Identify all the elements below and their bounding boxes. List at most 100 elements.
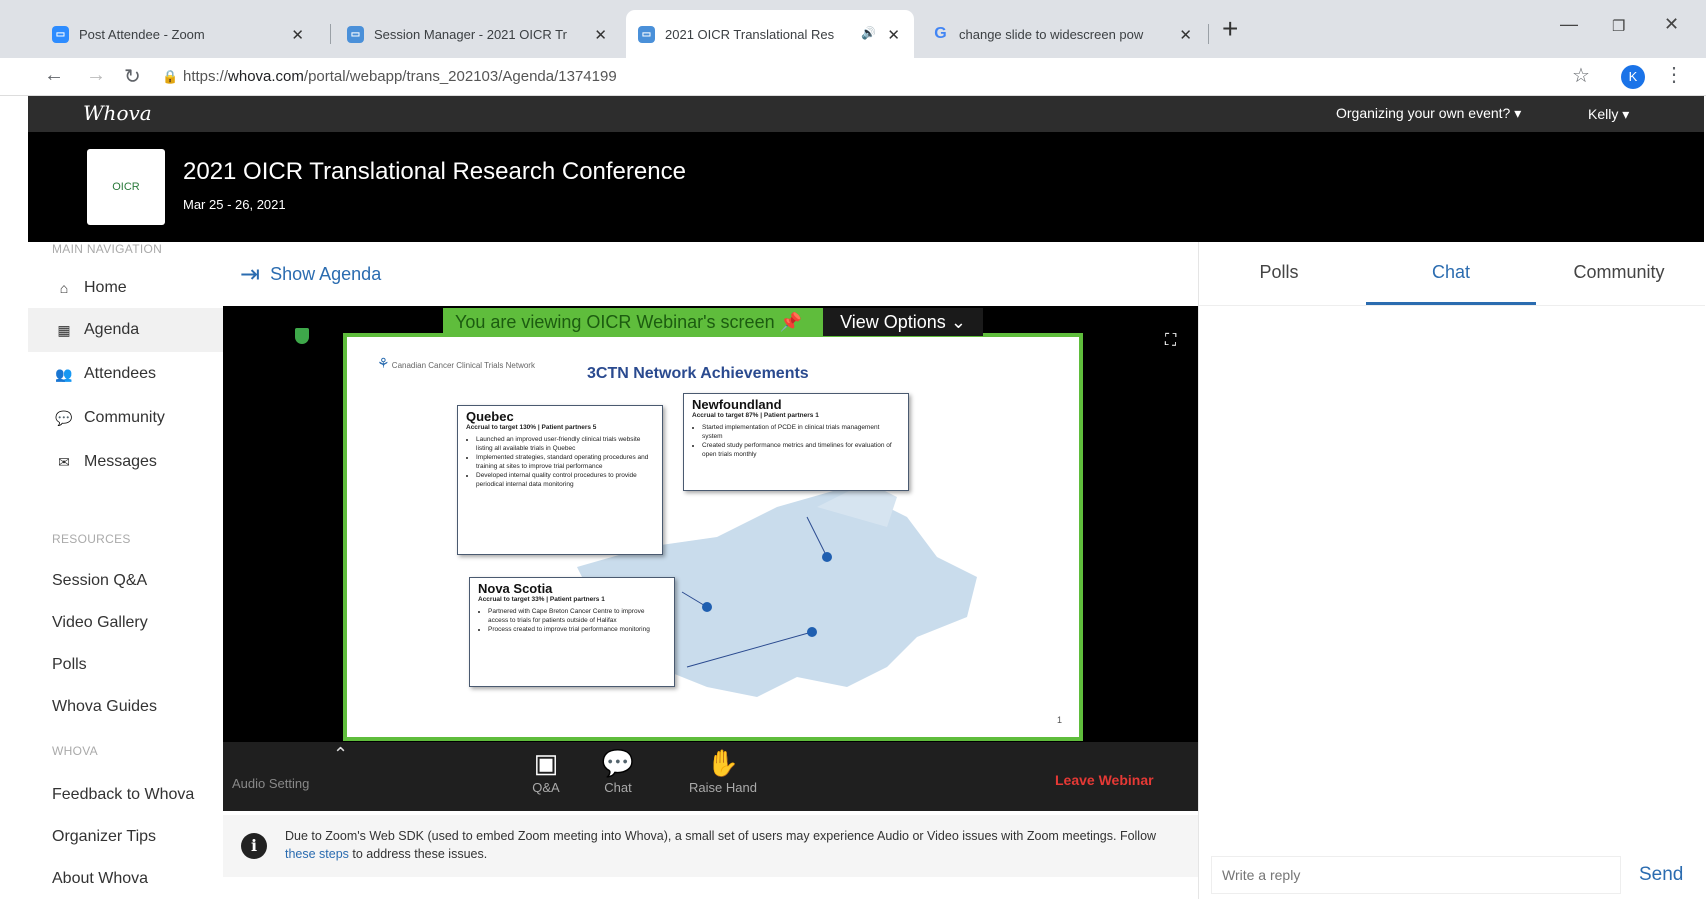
conference-dates: Mar 25 - 26, 2021 — [183, 197, 286, 212]
audio-setting-button[interactable]: Audio Setting — [232, 776, 309, 791]
province-bullet: Partnered with Cape Breton Cancer Centre… — [488, 607, 666, 625]
province-bullet: Created study performance metrics and ti… — [702, 441, 900, 459]
slide-page-number: 1 — [1057, 715, 1063, 725]
tab-separator — [330, 24, 331, 44]
right-panel: Polls Chat Community Send — [1198, 242, 1705, 899]
zoom-sdk-notice: i Due to Zoom's Web SDK (used to embed Z… — [223, 815, 1198, 877]
slide-logo: ⚘ Canadian Cancer Clinical Trials Networ… — [377, 356, 535, 370]
close-tab-icon[interactable]: ✕ — [1179, 26, 1192, 44]
close-tab-icon[interactable]: ✕ — [594, 26, 607, 44]
chat-button[interactable]: 💬 Chat — [583, 746, 653, 795]
browser-tab-google-search[interactable]: G change slide to widescreen pow ✕ — [920, 10, 1206, 58]
province-bullet: Implemented strategies, standard operati… — [476, 453, 654, 471]
browser-tab-active-conference[interactable]: ▭ 2021 OICR Translational Res 🔊 ✕ — [626, 10, 914, 58]
zoom-favicon-icon: ▭ — [52, 25, 69, 43]
organizing-event-dropdown[interactable]: Organizing your own event? ▾ — [1336, 105, 1521, 122]
tab-chat[interactable]: Chat — [1371, 262, 1531, 283]
browser-tab-zoom[interactable]: ▭ Post Attendee - Zoom ✕ — [40, 10, 318, 58]
show-agenda-button[interactable]: ⇥ Show Agenda — [240, 260, 381, 289]
sidebar-link-video-gallery[interactable]: Video Gallery — [52, 614, 148, 632]
sidebar-link-whova-guides[interactable]: Whova Guides — [52, 698, 157, 716]
province-bullet: Launched an improved user-friendly clini… — [476, 435, 654, 453]
url-host: whova.com — [228, 68, 304, 85]
fullscreen-icon[interactable]: ⛶ — [1165, 332, 1176, 350]
whova-heading: WHOVA — [52, 744, 98, 758]
whova-favicon-icon: ▭ — [347, 25, 364, 43]
tab-title: change slide to widescreen pow — [959, 26, 1144, 42]
envelope-icon: ✉ — [58, 453, 70, 470]
chat-bubble-icon: 💬 — [601, 748, 635, 778]
province-stats: Accrual to target 130% | Patient partner… — [466, 424, 597, 431]
browser-tab-strip: ▭ Post Attendee - Zoom ✕ ▭ Session Manag… — [0, 0, 1706, 58]
sidebar-item-home[interactable]: ⌂ Home — [28, 266, 223, 310]
province-bullet: Started implementation of PCDE in clinic… — [702, 423, 900, 441]
sidebar-item-label: Home — [84, 279, 127, 296]
maple-leaf-icon: ⚘ — [377, 355, 390, 371]
zoom-webinar-player[interactable]: ⚘ Canadian Cancer Clinical Trials Networ… — [223, 306, 1198, 811]
sidebar-link-organizer-tips[interactable]: Organizer Tips — [52, 828, 156, 846]
sidebar: MAIN NAVIGATION ⌂ Home ▦ Agenda 👥 Attendees… — [28, 242, 223, 899]
slide-title: 3CTN Network Achievements — [587, 365, 809, 382]
conference-banner: OICR 2021 OICR Translational Research Co… — [28, 132, 1704, 242]
shared-screen: ⚘ Canadian Cancer Clinical Trials Networ… — [343, 333, 1083, 741]
qa-label: Q&A — [532, 780, 560, 795]
bookmark-star-icon[interactable]: ☆ — [1572, 63, 1590, 88]
chevron-down-icon: ⌄ — [950, 312, 966, 332]
tab-separator — [1208, 24, 1209, 44]
profile-avatar[interactable]: K — [1621, 65, 1645, 89]
qa-button[interactable]: ▣ Q&A — [511, 746, 581, 795]
pin-icon: 📌 — [779, 312, 803, 332]
whova-logo[interactable]: Whova — [83, 101, 152, 125]
these-steps-link[interactable]: these steps — [285, 847, 349, 861]
sidebar-link-about-whova[interactable]: About Whova — [52, 870, 148, 888]
reply-input[interactable] — [1211, 856, 1621, 894]
raise-hand-label: Raise Hand — [689, 780, 757, 795]
reload-icon[interactable]: ↻ — [124, 64, 141, 89]
browser-tab-session-manager[interactable]: ▭ Session Manager - 2021 OICR Tr ✕ — [335, 10, 621, 58]
encryption-shield-icon[interactable] — [295, 328, 309, 344]
sidebar-item-label: Agenda — [84, 321, 140, 338]
sidebar-item-messages[interactable]: ✉ Messages — [28, 440, 223, 484]
leave-webinar-button[interactable]: Leave Webinar — [1055, 772, 1154, 788]
sidebar-link-feedback[interactable]: Feedback to Whova — [52, 786, 194, 804]
tab-polls[interactable]: Polls — [1199, 262, 1359, 283]
audio-playing-icon[interactable]: 🔊 — [861, 26, 876, 40]
sidebar-item-community[interactable]: 💬 Community — [28, 396, 223, 440]
forward-icon[interactable]: → — [86, 64, 106, 87]
window-close-icon[interactable]: ✕ — [1664, 14, 1679, 35]
newfoundland-box: Newfoundland Accrual to target 87% | Pat… — [683, 393, 909, 491]
raise-hand-button[interactable]: ✋ Raise Hand — [678, 746, 768, 795]
sidebar-item-agenda[interactable]: ▦ Agenda — [28, 308, 223, 352]
view-options-dropdown[interactable]: View Options ⌄ — [823, 308, 983, 336]
google-favicon-icon: G — [934, 25, 947, 42]
qa-icon: ▣ — [533, 748, 559, 778]
quebec-box: Quebec Accrual to target 130% | Patient … — [457, 405, 663, 555]
send-button[interactable]: Send — [1639, 864, 1683, 886]
tab-community[interactable]: Community — [1539, 262, 1699, 283]
newfoundland-marker — [822, 552, 832, 562]
close-tab-icon[interactable]: ✕ — [291, 26, 304, 44]
sidebar-link-polls[interactable]: Polls — [52, 656, 87, 674]
new-tab-icon[interactable]: + — [1222, 14, 1238, 44]
sidebar-item-attendees[interactable]: 👥 Attendees — [28, 352, 223, 396]
sidebar-link-session-qa[interactable]: Session Q&A — [52, 572, 147, 590]
back-icon[interactable]: ← — [44, 64, 64, 87]
browser-menu-icon[interactable]: ⋮ — [1664, 62, 1684, 87]
users-icon: 👥 — [55, 365, 73, 382]
conference-title: 2021 OICR Translational Research Confere… — [183, 158, 686, 185]
expand-panel-icon: ⇥ — [240, 261, 261, 288]
province-name: Newfoundland — [692, 397, 782, 412]
address-bar-row: ← → ↻ 🔒 https://whova.com/portal/webapp/… — [0, 58, 1706, 96]
viewing-banner-text: You are viewing OICR Webinar's screen — [455, 312, 775, 332]
user-menu-dropdown[interactable]: Kelly ▾ — [1588, 106, 1629, 123]
lock-icon[interactable]: 🔒 — [162, 69, 178, 85]
audio-caret-icon[interactable]: ⌃ — [333, 744, 348, 765]
chat-label: Chat — [604, 780, 632, 795]
minimize-icon[interactable]: — — [1560, 14, 1578, 35]
close-tab-icon[interactable]: ✕ — [887, 26, 900, 44]
tab-title: 2021 OICR Translational Res — [665, 26, 835, 42]
url-field[interactable]: https://whova.com/portal/webapp/trans_20… — [183, 68, 617, 85]
conference-logo-text: OICR — [112, 181, 140, 193]
restore-icon[interactable]: ❐ — [1612, 17, 1625, 35]
tab-title: Session Manager - 2021 OICR Tr — [374, 26, 567, 42]
